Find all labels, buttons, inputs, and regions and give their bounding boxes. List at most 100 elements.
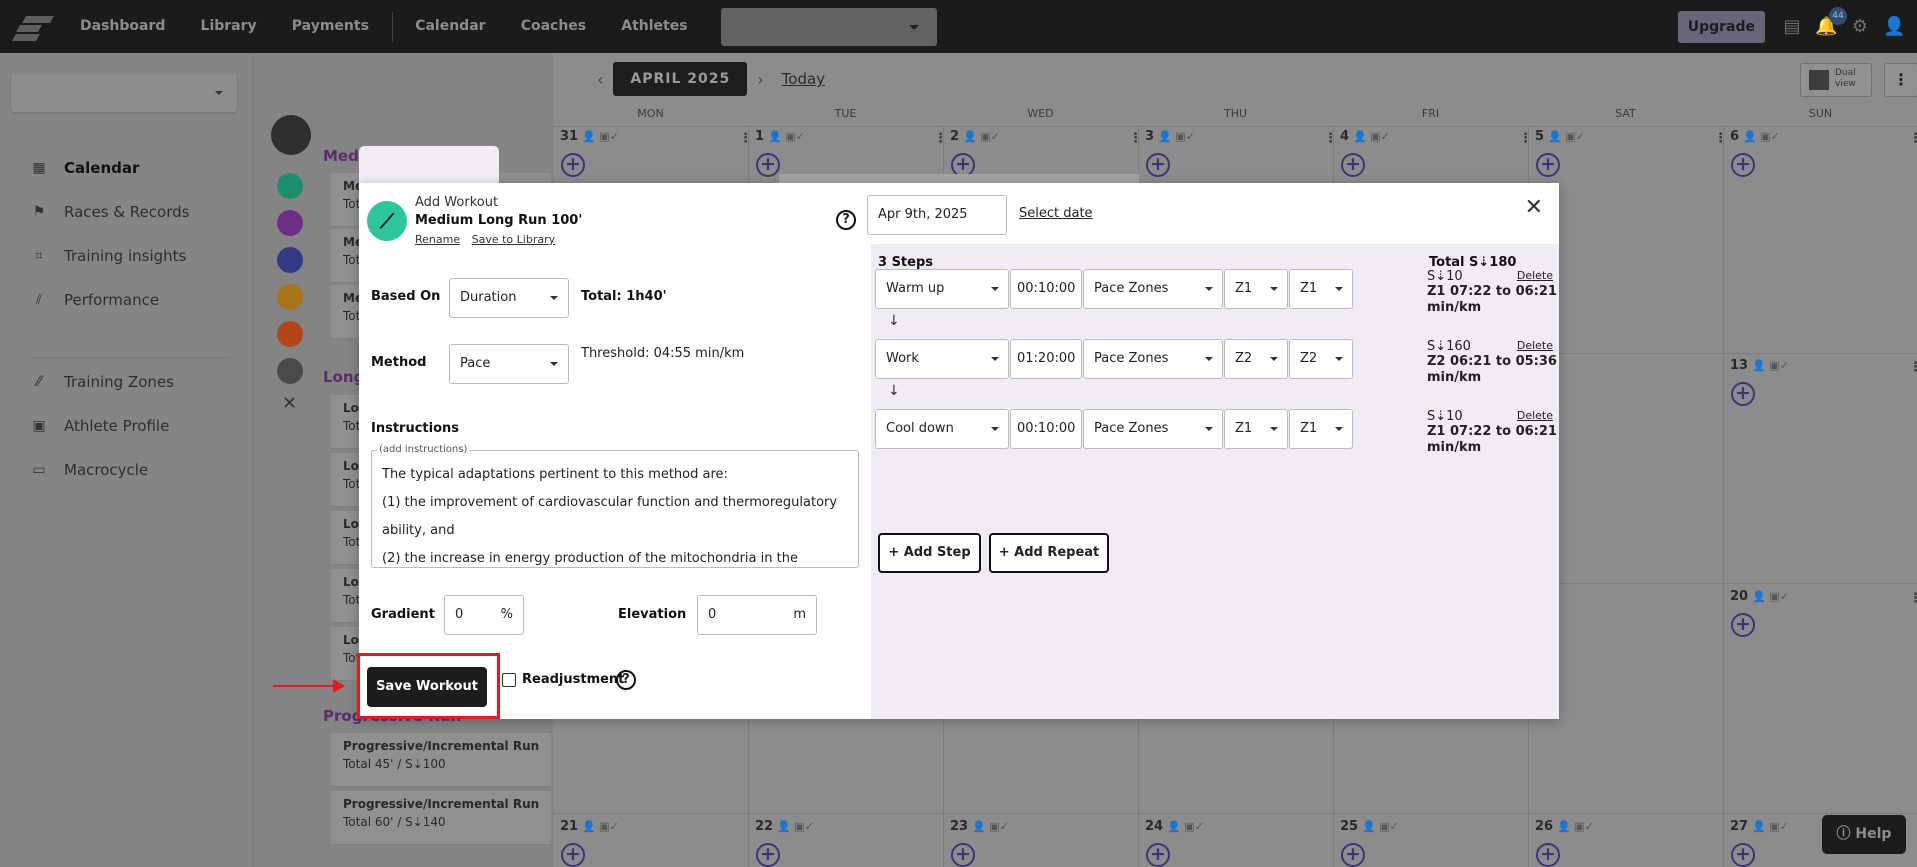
close-icon[interactable]: ✕	[1525, 195, 1543, 220]
day-menu-icon[interactable]: ⋮	[1324, 131, 1337, 146]
day-menu-icon[interactable]: ⋮	[1909, 591, 1917, 606]
notification-badge: 44	[1829, 6, 1847, 25]
add-workout-button[interactable]: +	[1731, 843, 1755, 867]
add-workout-button[interactable]: +	[1536, 843, 1560, 867]
nav-athletes[interactable]: Athletes	[621, 18, 687, 34]
sidebar-item-performance[interactable]: ⫽ Performance	[30, 291, 159, 309]
method-select[interactable]: Pace	[449, 344, 569, 384]
day-menu-icon[interactable]: ⋮	[1714, 131, 1727, 146]
user-settings-icon[interactable]: 👤	[1883, 16, 1905, 38]
based-on-select[interactable]: Duration	[449, 278, 569, 318]
help-circle-icon[interactable]: ?	[616, 670, 636, 690]
step-mode-select[interactable]: Pace Zones	[1083, 339, 1223, 379]
sidebar-item-races-records[interactable]: ⚑ Races & Records	[30, 203, 190, 221]
chevron-right-icon[interactable]: ›	[757, 70, 763, 89]
upgrade-button[interactable]: Upgrade	[1677, 10, 1765, 43]
day-menu-icon[interactable]: ⋮	[1519, 131, 1532, 146]
swim-category-icon[interactable]	[277, 247, 303, 273]
select-date-link[interactable]: Select date	[1019, 206, 1093, 221]
run-category-icon[interactable]	[277, 173, 303, 199]
nav-library[interactable]: Library	[201, 18, 257, 34]
day-menu-icon[interactable]: ⋮	[1909, 360, 1917, 375]
add-workout-button[interactable]: +	[1731, 153, 1755, 177]
elevation-input[interactable]: 0m	[697, 595, 817, 635]
step-duration-input[interactable]: 00:10:00	[1010, 269, 1082, 309]
library-card[interactable]: Progressive/Incremental Run... Total 45' …	[331, 733, 551, 787]
nav-calendar[interactable]: Calendar	[415, 18, 485, 34]
day-menu-icon[interactable]: ⋮	[1909, 131, 1917, 146]
chevron-left-icon[interactable]: ‹	[597, 70, 603, 89]
add-workout-button[interactable]: +	[756, 153, 780, 177]
delete-step-link[interactable]: Delete	[1517, 339, 1553, 352]
readjustment-checkbox[interactable]	[502, 673, 516, 687]
nav-dashboard[interactable]: Dashboard	[80, 18, 165, 34]
help-button[interactable]: ⓘ Help	[1822, 815, 1906, 854]
day-number: 13 👤 ▣✓	[1730, 358, 1789, 373]
strength-category-icon[interactable]	[277, 284, 303, 310]
timer-category-icon[interactable]	[277, 321, 303, 347]
add-workout-button[interactable]: +	[1341, 153, 1365, 177]
step-mode-select[interactable]: Pace Zones	[1083, 409, 1223, 449]
add-step-button[interactable]: + Add Step	[878, 533, 981, 573]
app-logo[interactable]	[11, 12, 55, 42]
add-repeat-button[interactable]: + Add Repeat	[989, 533, 1109, 573]
step-info: S⇣10 Delete Z1 07:22 to 06:21 min/km	[1427, 409, 1557, 455]
sidebar-item-macrocycle[interactable]: ▭ Macrocycle	[30, 461, 148, 479]
step-duration-input[interactable]: 00:10:00	[1010, 409, 1082, 449]
nav-payments[interactable]: Payments	[292, 18, 369, 34]
chat-icon[interactable]: ▤	[1781, 16, 1803, 38]
step-duration-input[interactable]: 01:20:00	[1010, 339, 1082, 379]
add-workout-button[interactable]: +	[561, 153, 585, 177]
bell-icon[interactable]: 🔔 44	[1815, 6, 1847, 38]
athlete-select[interactable]	[720, 7, 937, 46]
sidebar-item-calendar[interactable]: ▦ Calendar	[30, 159, 139, 177]
bike-category-icon[interactable]	[277, 210, 303, 236]
day-menu-icon[interactable]: ⋮	[1129, 131, 1142, 146]
other-category-icon[interactable]	[277, 358, 303, 384]
zone-from-select[interactable]: Z1	[1224, 409, 1288, 449]
sidebar-item-training-zones[interactable]: ⁄⁄ Training Zones	[30, 373, 174, 391]
delete-step-link[interactable]: Delete	[1517, 269, 1553, 282]
calendar-menu-icon[interactable]: ⋮	[1884, 63, 1917, 97]
add-workout-button[interactable]: +	[1341, 843, 1365, 867]
day-number: 3 👤 ▣✓	[1145, 129, 1195, 144]
dual-view-button[interactable]: Dual view	[1800, 63, 1872, 97]
day-menu-icon[interactable]: ⋮	[739, 131, 752, 146]
library-icon[interactable]	[271, 115, 311, 155]
gear-icon[interactable]: ⚙	[1849, 16, 1871, 38]
add-workout-button[interactable]: +	[561, 843, 585, 867]
step-type-select[interactable]: Cool down	[875, 409, 1009, 449]
date-field[interactable]: Apr 9th, 2025	[867, 195, 1007, 235]
zone-from-select[interactable]: Z1	[1224, 269, 1288, 309]
save-to-library-link[interactable]: Save to Library	[472, 233, 556, 246]
help-circle-icon[interactable]: ?	[836, 210, 856, 230]
delete-step-link[interactable]: Delete	[1517, 409, 1553, 422]
zone-from-select[interactable]: Z2	[1224, 339, 1288, 379]
library-card[interactable]: Progressive/Incremental Run... Total 60' …	[331, 791, 551, 845]
zone-to-select[interactable]: Z1	[1289, 269, 1353, 309]
add-workout-button[interactable]: +	[1146, 843, 1170, 867]
add-workout-button[interactable]: +	[1731, 382, 1755, 406]
today-link[interactable]: Today	[782, 70, 825, 88]
close-icon[interactable]: ✕	[282, 393, 297, 414]
sidebar-item-training-insights[interactable]: ⌗ Training insights	[30, 247, 186, 265]
step-mode-select[interactable]: Pace Zones	[1083, 269, 1223, 309]
add-workout-button[interactable]: +	[951, 843, 975, 867]
zone-to-select[interactable]: Z2	[1289, 339, 1353, 379]
add-workout-button[interactable]: +	[756, 843, 780, 867]
sidebar-item-athlete-profile[interactable]: ▣ Athlete Profile	[30, 417, 169, 435]
gradient-input[interactable]: 0%	[444, 595, 524, 635]
instructions-textarea[interactable]: The typical adaptations pertinent to thi…	[371, 450, 859, 568]
day-menu-icon[interactable]: ⋮	[934, 131, 947, 146]
add-workout-button[interactable]: +	[1536, 153, 1560, 177]
add-workout-button[interactable]: +	[1146, 153, 1170, 177]
day-number: 4 👤 ▣✓	[1340, 129, 1390, 144]
month-label[interactable]: APRIL 2025	[613, 62, 748, 96]
rename-link[interactable]: Rename	[415, 233, 460, 246]
zone-to-select[interactable]: Z1	[1289, 409, 1353, 449]
add-workout-button[interactable]: +	[1731, 613, 1755, 637]
step-type-select[interactable]: Work	[875, 339, 1009, 379]
nav-coaches[interactable]: Coaches	[521, 18, 586, 34]
sidebar-athlete-select[interactable]	[11, 74, 237, 112]
step-type-select[interactable]: Warm up	[875, 269, 1009, 309]
